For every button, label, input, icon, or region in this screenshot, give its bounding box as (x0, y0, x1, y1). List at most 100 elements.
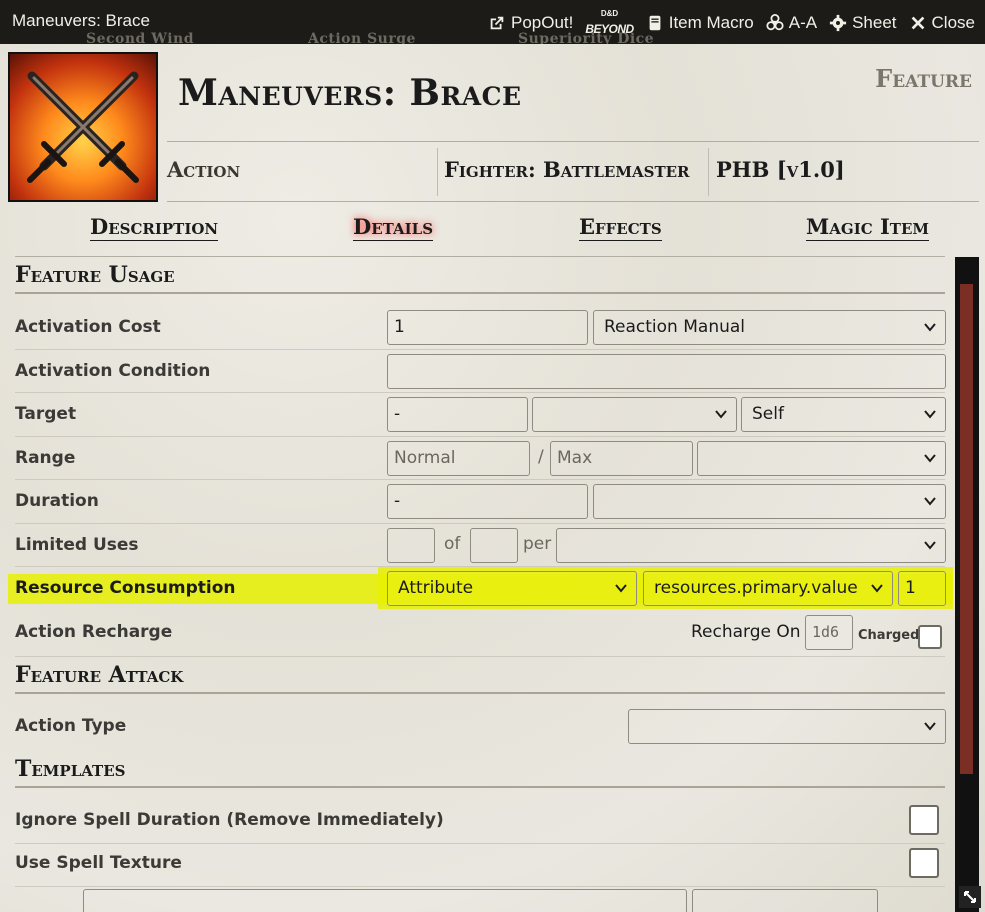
divider (15, 886, 945, 887)
window-title: Maneuvers: Brace (12, 11, 150, 30)
consume-type-value: Attribute (398, 578, 474, 598)
activation-cost-input[interactable]: 1 (387, 310, 588, 345)
recharge-on-label: Recharge On (691, 622, 801, 642)
duration-label: Duration (15, 491, 99, 511)
tab-description[interactable]: Description (90, 214, 219, 241)
divider (437, 148, 438, 196)
activation-condition-input[interactable] (387, 354, 946, 389)
action-recharge-label: Action Recharge (15, 622, 173, 642)
dndbeyond-logo-text: BEYOND (585, 22, 634, 36)
chevron-down-icon (924, 541, 936, 550)
chevron-down-icon (924, 722, 936, 731)
close-button[interactable]: Close (909, 13, 975, 33)
popout-button[interactable]: PopOut! (488, 13, 573, 33)
divider (15, 523, 945, 524)
target-type-select[interactable]: Self (741, 397, 946, 432)
chevron-down-icon (715, 410, 727, 419)
resize-handle[interactable] (959, 886, 981, 908)
range-label: Range (15, 448, 76, 468)
close-icon (911, 16, 924, 29)
divider (15, 436, 945, 437)
uses-per-label: per (523, 534, 552, 554)
target-value-input[interactable]: - (387, 397, 528, 432)
uses-per-select[interactable] (556, 528, 946, 563)
chevron-down-icon (924, 323, 936, 332)
limited-uses-label: Limited Uses (15, 535, 139, 555)
activation-cost-label: Activation Cost (15, 317, 161, 337)
section-feature-usage: Feature Usage (15, 262, 945, 294)
automated-animations-button[interactable]: A-A (766, 13, 817, 33)
action-type-label: Action Type (15, 716, 127, 736)
charged-checkbox[interactable] (918, 625, 942, 649)
divider (708, 148, 709, 196)
resize-icon (964, 891, 976, 903)
range-max-input[interactable]: Max (550, 441, 693, 476)
sheet-config-button[interactable]: Sheet (829, 12, 897, 33)
use-spell-texture-checkbox[interactable] (909, 848, 939, 878)
charged-label: Charged (858, 628, 920, 643)
resource-consumption-label: Resource Consumption (15, 578, 236, 598)
range-units-select[interactable] (697, 441, 946, 476)
scrollbar-thumb[interactable] (960, 284, 973, 774)
consume-target-select[interactable]: resources.primary.value (643, 571, 893, 606)
ignore-spell-duration-checkbox[interactable] (909, 805, 939, 835)
tab-magic-item[interactable]: Magic Item (806, 214, 929, 241)
chevron-down-icon (924, 410, 936, 419)
target-label: Target (15, 404, 77, 424)
divider (15, 479, 945, 480)
activation-type-select[interactable]: Reaction Manual (593, 310, 946, 345)
range-separator: / (538, 447, 544, 467)
consume-target-value: resources.primary.value (654, 578, 858, 598)
close-label: Close (931, 12, 975, 32)
uses-value-input[interactable] (387, 528, 435, 563)
uses-of-label: of (444, 534, 461, 554)
action-type-select[interactable] (628, 709, 946, 744)
crossed-swords-icon (27, 71, 139, 183)
uses-max-input[interactable] (470, 528, 518, 563)
duration-units-select[interactable] (593, 484, 946, 519)
item-image[interactable] (8, 52, 158, 202)
target-units-select[interactable] (532, 397, 737, 432)
biohazard-icon (766, 13, 784, 30)
recharge-value-input[interactable]: 1d6 (805, 615, 853, 650)
sheet-label: Sheet (852, 12, 897, 32)
texture-select-button[interactable] (692, 889, 878, 912)
range-normal-input[interactable]: Normal (387, 441, 530, 476)
divider (15, 392, 945, 393)
item-sheet: Maneuvers: Brace Feature Action Fighter:… (0, 44, 985, 912)
external-link-icon (490, 16, 504, 29)
scroll-icon (649, 15, 661, 30)
item-type: Feature (875, 64, 972, 93)
chevron-down-icon (924, 497, 936, 506)
tab-effects[interactable]: Effects (579, 214, 662, 241)
ignore-spell-duration-label: Ignore Spell Duration (Remove Immediatel… (15, 810, 444, 830)
source-field[interactable]: PHB [v1.0] (716, 157, 845, 182)
activation-summary: Action (167, 157, 241, 182)
duration-value-input[interactable]: - (387, 484, 588, 519)
divider (167, 201, 979, 202)
use-spell-texture-label: Use Spell Texture (15, 853, 182, 873)
window-titlebar[interactable]: Maneuvers: Brace Second Wind Action Surg… (0, 0, 985, 47)
requirements-field[interactable]: Fighter: Battlemaster (444, 157, 690, 182)
gear-icon (829, 14, 847, 31)
consume-type-select[interactable]: Attribute (387, 571, 637, 606)
dndbeyond-logo-small: D&D (600, 9, 619, 18)
tab-details[interactable]: Details (353, 214, 434, 241)
activation-type-value: Reaction Manual (604, 317, 746, 337)
divider (15, 843, 945, 844)
item-macro-button[interactable]: Item Macro (646, 13, 754, 33)
item-name[interactable]: Maneuvers: Brace (178, 72, 522, 114)
chevron-down-icon (924, 454, 936, 463)
chevron-down-icon (871, 584, 883, 593)
aa-label: A-A (788, 12, 818, 32)
section-feature-attack: Feature Attack (15, 662, 945, 694)
target-type-value: Self (752, 404, 784, 424)
consume-amount-input[interactable]: 1 (898, 571, 946, 606)
divider (15, 656, 945, 657)
divider (167, 141, 979, 142)
item-macro-label: Item Macro (668, 12, 754, 32)
texture-input[interactable] (83, 889, 687, 912)
popout-label: PopOut! (511, 12, 574, 32)
divider (15, 256, 945, 257)
dndbeyond-button[interactable]: D&D BEYOND (585, 9, 634, 36)
